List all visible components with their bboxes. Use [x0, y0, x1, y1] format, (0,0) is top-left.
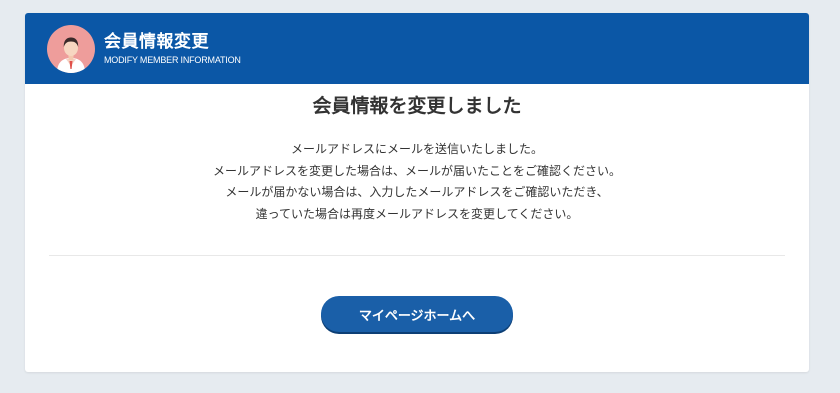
member-person-icon [57, 37, 85, 73]
mypage-home-button[interactable]: マイページホームへ [321, 296, 513, 332]
message-line: メールが届かない場合は、入力したメールアドレスをご確認いただき、 [225, 185, 609, 199]
message-line: 違っていた場合は再度メールアドレスを変更してください。 [255, 206, 579, 221]
completion-message: メールアドレスにメールを送信いたしました。 メールアドレスを変更した場合は、メー… [25, 139, 809, 225]
message-line: メールアドレスにメールを送信いたしました。 [290, 142, 543, 156]
completion-heading: 会員情報を変更しました [312, 95, 522, 117]
message-line: メールアドレスを変更した場合は、メールが届いたことをご確認ください。 [212, 163, 621, 178]
page-header: 会員情報変更 MODIFY MEMBER INFORMATION [25, 13, 809, 84]
page-subtitle: MODIFY MEMBER INFORMATION [104, 55, 241, 65]
page-title: 会員情報変更 [104, 32, 209, 52]
section-divider [49, 255, 785, 256]
confirmation-card: 会員情報変更 MODIFY MEMBER INFORMATION 会員情報を変更… [25, 13, 809, 372]
member-avatar [47, 25, 95, 73]
